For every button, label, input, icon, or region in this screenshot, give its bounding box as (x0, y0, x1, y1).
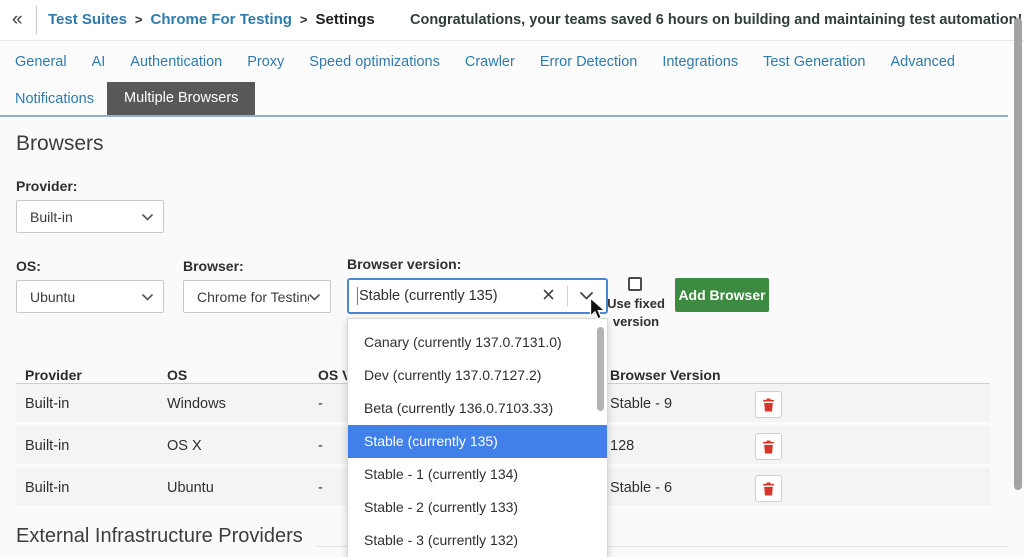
chevron-down-icon[interactable] (574, 292, 598, 300)
trash-icon (762, 440, 775, 454)
tab-multiple-browsers[interactable]: Multiple Browsers (107, 82, 255, 115)
breadcrumb-settings: Settings (316, 11, 375, 28)
chevron-down-icon (309, 288, 320, 306)
add-browser-button[interactable]: Add Browser (675, 278, 769, 312)
cell-provider: Built-in (25, 480, 69, 496)
provider-select-value: Built-in (30, 209, 142, 225)
tab-test-generation[interactable]: Test Generation (763, 54, 865, 70)
dropdown-option-dev[interactable]: Dev (currently 137.0.7127.2) (348, 359, 607, 392)
cell-browser-version: Stable - 9 (610, 396, 672, 412)
combobox-divider (567, 286, 568, 306)
cell-os-version: - (318, 396, 323, 412)
top-bar: « Test Suites > Chrome For Testing > Set… (0, 0, 1024, 41)
delete-browser-button[interactable] (755, 433, 782, 460)
dropdown-option-stable-3[interactable]: Stable - 3 (currently 132) (348, 524, 607, 557)
tab-authentication[interactable]: Authentication (130, 54, 222, 70)
trash-icon (762, 482, 775, 496)
tab-general[interactable]: General (15, 54, 67, 70)
chevron-down-icon (142, 208, 153, 226)
provider-label: Provider: (16, 178, 77, 194)
provider-select[interactable]: Built-in (16, 200, 164, 233)
cell-browser-version: 128 (610, 438, 634, 454)
tabs-row-2: Notifications Multiple Browsers (0, 82, 1008, 115)
trash-icon (762, 398, 775, 412)
breadcrumb-chrome-for-testing[interactable]: Chrome For Testing (151, 11, 292, 28)
delete-browser-button[interactable] (755, 475, 782, 502)
cell-os: Ubuntu (167, 480, 214, 496)
cell-browser-version: Stable - 6 (610, 480, 672, 496)
table-header-provider: Provider (25, 367, 82, 383)
dropdown-option-beta[interactable]: Beta (currently 136.0.7103.33) (348, 392, 607, 425)
breadcrumb-test-suites[interactable]: Test Suites (48, 11, 127, 28)
os-select[interactable]: Ubuntu (16, 280, 164, 313)
cell-os-version: - (318, 480, 323, 496)
table-header-browser-version: Browser Version (610, 367, 721, 383)
tab-integrations[interactable]: Integrations (662, 54, 738, 70)
external-providers-title: External Infrastructure Providers (16, 525, 317, 548)
cell-os: OS X (167, 438, 202, 454)
use-fixed-version-label[interactable]: Use fixed version (604, 295, 668, 330)
browsers-section-title: Browsers (16, 132, 104, 156)
collapse-sidebar-icon[interactable]: « (12, 9, 23, 31)
cell-provider: Built-in (25, 438, 69, 454)
tab-error-detection[interactable]: Error Detection (540, 54, 638, 70)
cell-provider: Built-in (25, 396, 69, 412)
delete-browser-button[interactable] (755, 391, 782, 418)
dropdown-option-stable-1[interactable]: Stable - 1 (currently 134) (348, 458, 607, 491)
browser-version-dropdown: Canary (currently 137.0.7131.0) Dev (cur… (347, 318, 608, 557)
tabs-row-1: General AI Authentication Proxy Speed op… (0, 41, 1008, 82)
browser-label: Browser: (183, 258, 244, 274)
dropdown-option-stable-2[interactable]: Stable - 2 (currently 133) (348, 491, 607, 524)
dropdown-scrollbar[interactable] (597, 327, 604, 411)
tab-ai[interactable]: AI (92, 54, 106, 70)
browser-select-value: Chrome for Testing (197, 289, 309, 305)
savings-banner: Congratulations, your teams saved 6 hour… (410, 12, 1022, 28)
os-label: OS: (16, 258, 41, 274)
use-fixed-version-checkbox[interactable] (628, 277, 642, 291)
page-scrollbar[interactable] (1014, 18, 1022, 490)
text-caret (357, 287, 358, 305)
browser-version-combobox[interactable]: Stable (currently 135) (347, 278, 608, 314)
clear-icon[interactable] (535, 287, 561, 305)
chevron-down-icon (142, 288, 153, 306)
breadcrumb: Test Suites > Chrome For Testing > Setti… (48, 11, 375, 28)
table-header-os: OS (167, 367, 187, 383)
tab-advanced[interactable]: Advanced (890, 54, 955, 70)
browser-version-value: Stable (currently 135) (359, 288, 535, 304)
topbar-divider (36, 6, 37, 34)
cell-os: Windows (167, 396, 226, 412)
dropdown-option-canary[interactable]: Canary (currently 137.0.7131.0) (348, 326, 607, 359)
tab-proxy[interactable]: Proxy (247, 54, 284, 70)
browser-select[interactable]: Chrome for Testing (183, 280, 331, 313)
dropdown-option-stable[interactable]: Stable (currently 135) (348, 425, 607, 458)
tab-notifications[interactable]: Notifications (15, 91, 94, 107)
browser-version-label: Browser version: (347, 256, 461, 272)
tab-speed-optimizations[interactable]: Speed optimizations (309, 54, 440, 70)
os-select-value: Ubuntu (30, 289, 142, 305)
breadcrumb-separator: > (135, 12, 143, 27)
tab-crawler[interactable]: Crawler (465, 54, 515, 70)
settings-page: « Test Suites > Chrome For Testing > Set… (0, 0, 1024, 557)
cell-os-version: - (318, 438, 323, 454)
breadcrumb-separator: > (300, 12, 308, 27)
settings-tabs: General AI Authentication Proxy Speed op… (0, 41, 1008, 117)
